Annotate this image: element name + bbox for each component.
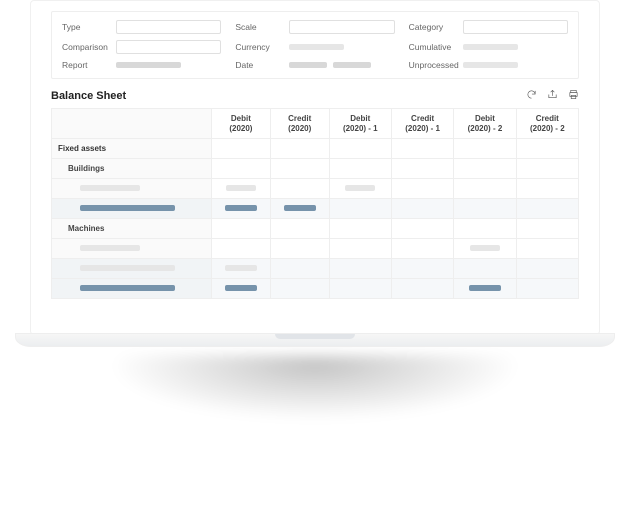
filter-unprocessed-label: Unprocessed bbox=[409, 60, 463, 70]
filter-category-label: Category bbox=[409, 22, 463, 32]
filter-report-label: Report bbox=[62, 60, 116, 70]
subsection-label: Machines bbox=[52, 219, 212, 239]
filter-category: Category bbox=[409, 20, 568, 34]
col-header-credit-2020: Credit(2020) bbox=[270, 109, 329, 139]
filter-report: Report bbox=[62, 60, 221, 70]
section-fixed-assets: Fixed assets bbox=[52, 139, 579, 159]
filter-currency: Currency bbox=[235, 40, 394, 54]
filter-comparison-input[interactable] bbox=[116, 40, 221, 54]
device-shadow bbox=[50, 355, 580, 465]
filter-cumulative-label: Cumulative bbox=[409, 42, 463, 52]
col-header-empty bbox=[52, 109, 212, 139]
col-header-debit-2020-2: Debit(2020) - 2 bbox=[454, 109, 516, 139]
filter-date: Date bbox=[235, 60, 394, 70]
laptop-screen: Type Scale Category Comparison Currency bbox=[30, 0, 600, 335]
col-header-debit-2020-1: Debit(2020) - 1 bbox=[329, 109, 391, 139]
filter-unprocessed: Unprocessed bbox=[409, 60, 568, 70]
filter-type-input[interactable] bbox=[116, 20, 221, 34]
filter-comparison-label: Comparison bbox=[62, 42, 116, 52]
table-row bbox=[52, 259, 579, 279]
table-row bbox=[52, 279, 579, 299]
filter-scale-input[interactable] bbox=[289, 20, 394, 34]
filter-currency-label: Currency bbox=[235, 42, 289, 52]
table-row bbox=[52, 239, 579, 259]
filter-type: Type bbox=[62, 20, 221, 34]
filter-type-label: Type bbox=[62, 22, 116, 32]
refresh-icon[interactable] bbox=[526, 89, 537, 102]
filter-cumulative: Cumulative bbox=[409, 40, 568, 54]
share-icon[interactable] bbox=[547, 89, 558, 102]
balance-sheet-table: Debit(2020) Credit(2020) Debit(2020) - 1… bbox=[51, 108, 579, 299]
subsection-label: Buildings bbox=[52, 159, 212, 179]
col-header-debit-2020: Debit(2020) bbox=[212, 109, 271, 139]
table-row bbox=[52, 199, 579, 219]
filter-report-value[interactable] bbox=[116, 62, 221, 68]
laptop-base bbox=[15, 333, 615, 347]
page-title: Balance Sheet bbox=[51, 90, 126, 102]
laptop-notch bbox=[275, 334, 355, 339]
filter-scale: Scale bbox=[235, 20, 394, 34]
filter-cumulative-value[interactable] bbox=[463, 44, 568, 50]
filter-date-label: Date bbox=[235, 60, 289, 70]
filter-unprocessed-value[interactable] bbox=[463, 62, 568, 68]
filter-scale-label: Scale bbox=[235, 22, 289, 32]
col-header-credit-2020-1: Credit(2020) - 1 bbox=[391, 109, 453, 139]
filter-date-value[interactable] bbox=[289, 62, 394, 68]
filter-comparison: Comparison bbox=[62, 40, 221, 54]
section-label: Fixed assets bbox=[52, 139, 212, 159]
col-header-credit-2020-2: Credit(2020) - 2 bbox=[516, 109, 578, 139]
subsection-buildings: Buildings bbox=[52, 159, 579, 179]
table-row bbox=[52, 179, 579, 199]
filter-category-input[interactable] bbox=[463, 20, 568, 34]
print-icon[interactable] bbox=[568, 89, 579, 102]
table-header-row: Debit(2020) Credit(2020) Debit(2020) - 1… bbox=[52, 109, 579, 139]
subsection-machines: Machines bbox=[52, 219, 579, 239]
filter-currency-value[interactable] bbox=[289, 44, 394, 50]
filter-panel: Type Scale Category Comparison Currency bbox=[51, 11, 579, 79]
